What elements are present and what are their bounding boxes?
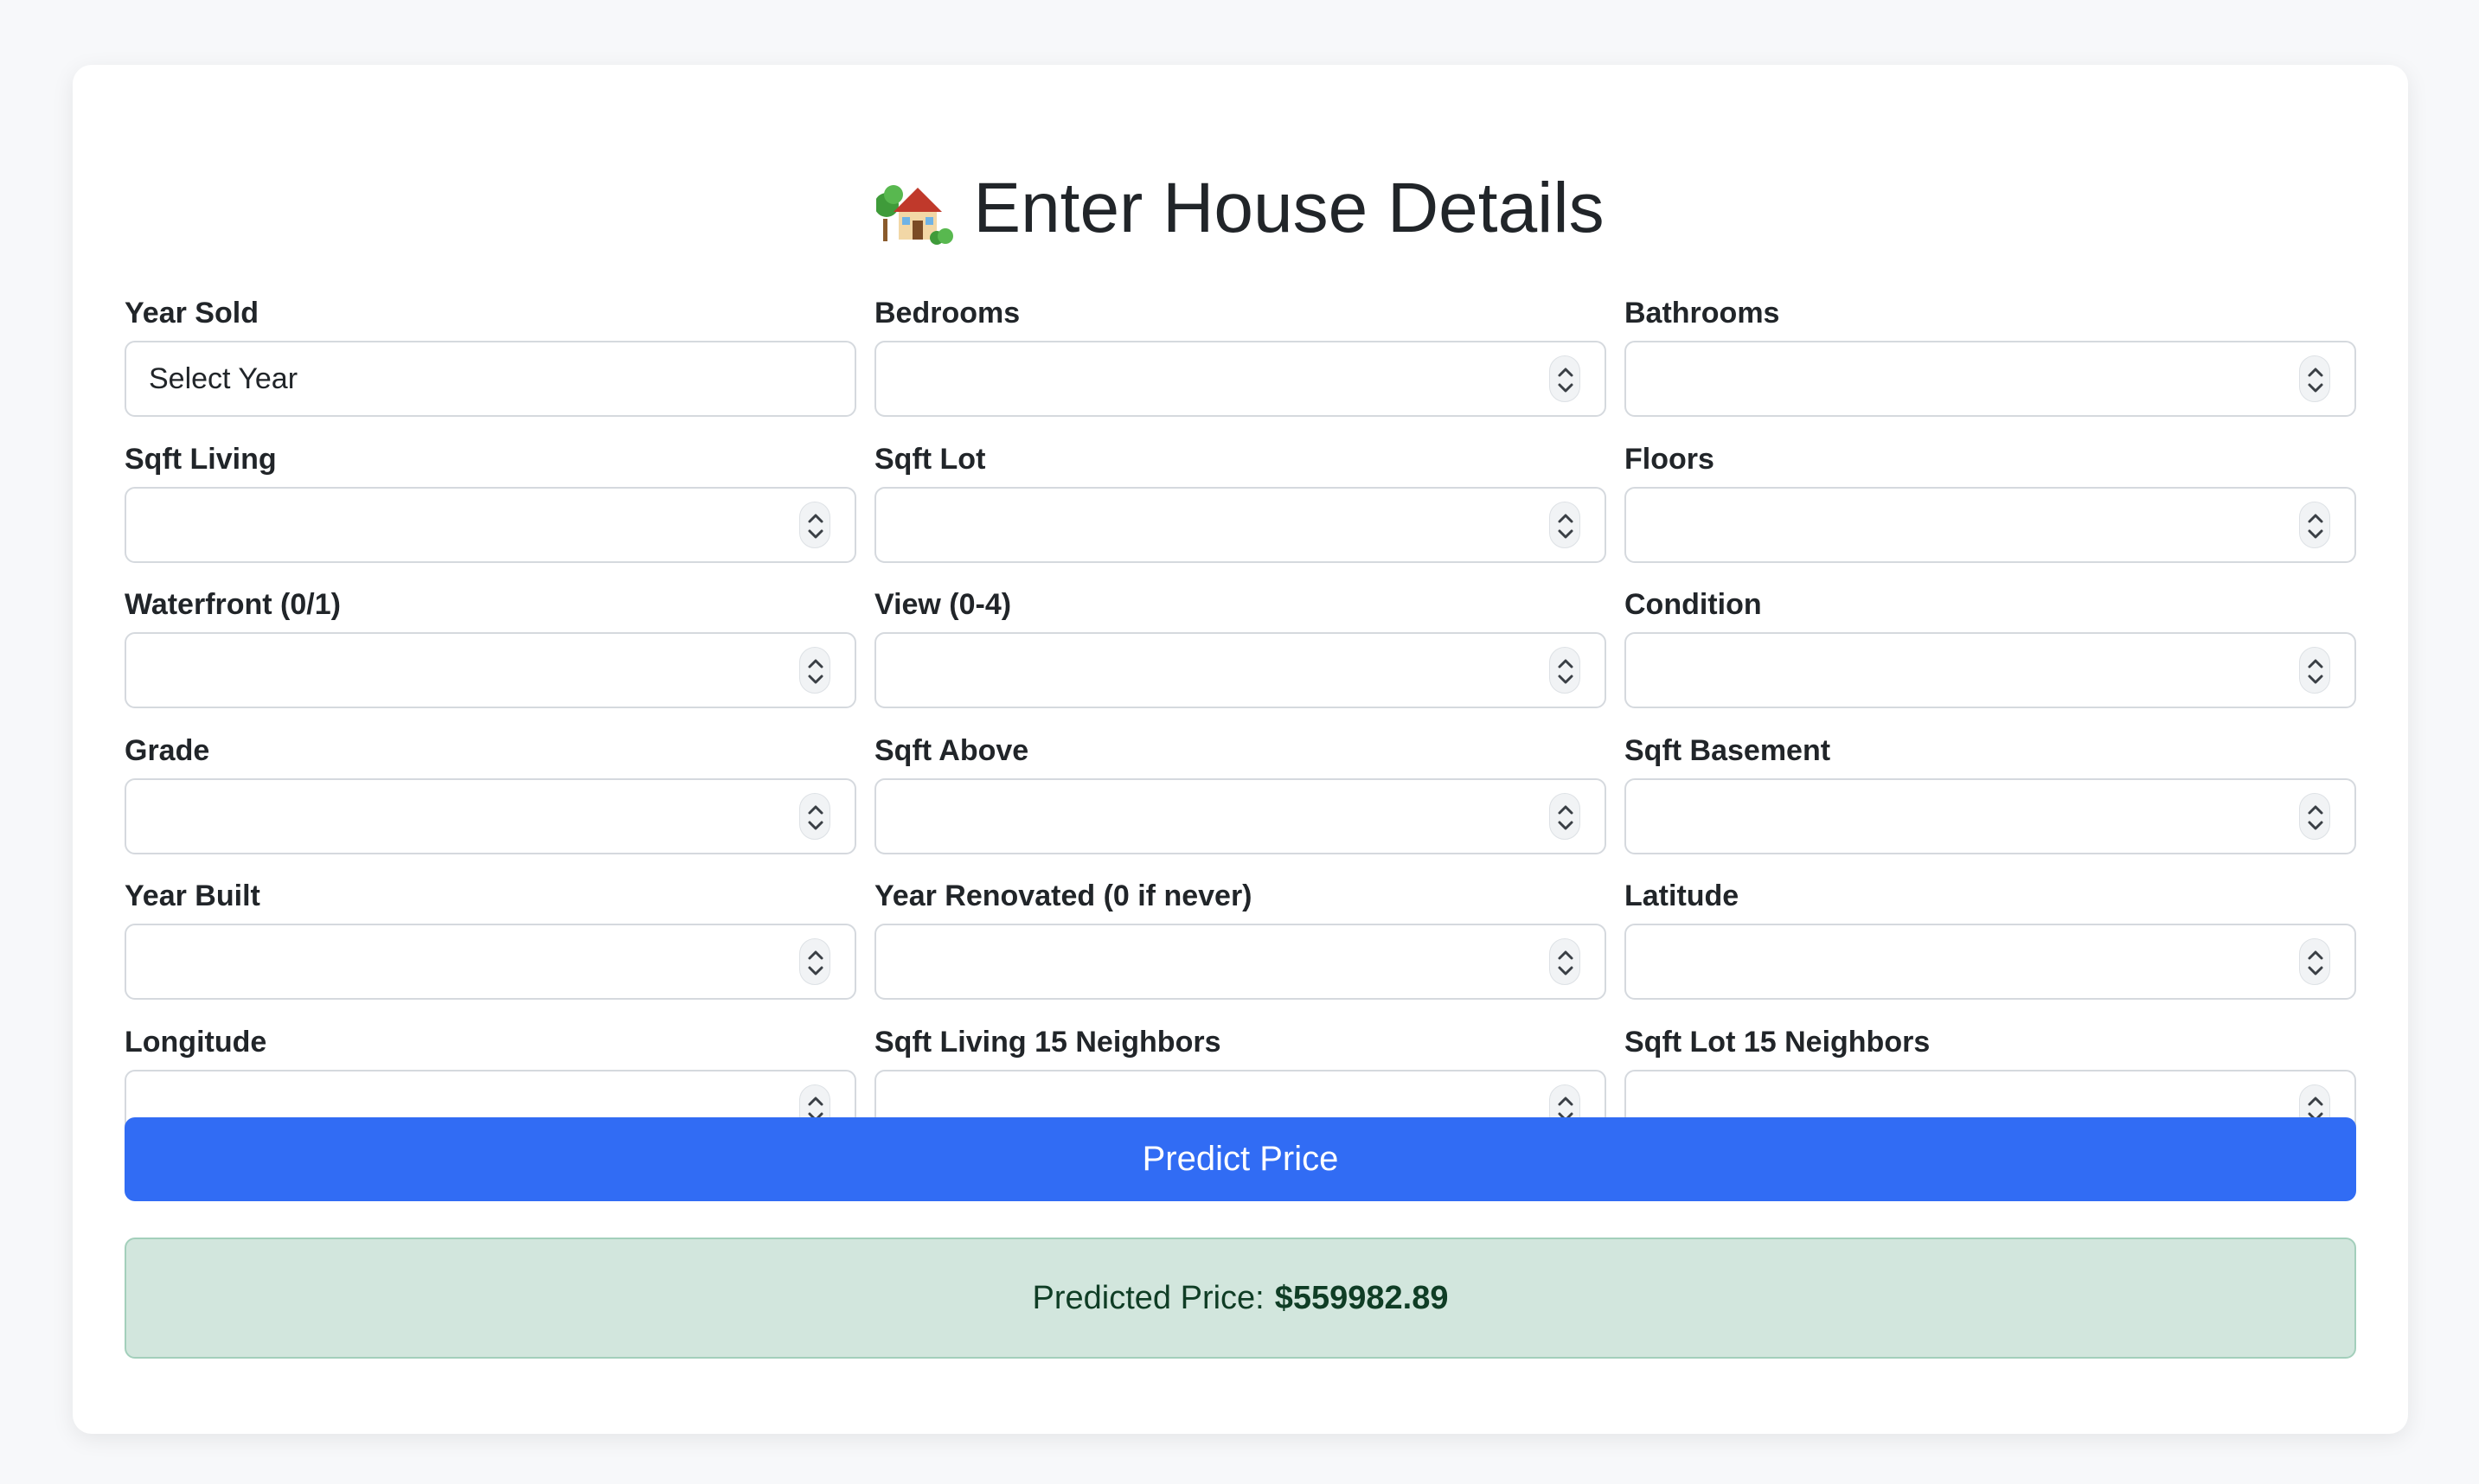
number-stepper-icon[interactable] bbox=[2299, 938, 2330, 986]
field-sqft-lot: Sqft Lot bbox=[874, 440, 1606, 586]
field-sqft-living: Sqft Living bbox=[125, 440, 856, 586]
field-label: Sqft Lot 15 Neighbors bbox=[1624, 1025, 1931, 1059]
number-stepper-icon[interactable] bbox=[1549, 792, 1580, 840]
sqft-above-input[interactable] bbox=[874, 777, 1606, 854]
field-grade: Grade bbox=[125, 732, 856, 878]
field-label: Sqft Living 15 Neighbors bbox=[874, 1025, 1221, 1059]
number-stepper-icon[interactable] bbox=[1549, 938, 1580, 986]
number-stepper-icon[interactable] bbox=[1549, 355, 1580, 402]
page-title-text: Enter House Details bbox=[973, 169, 1605, 247]
predicted-price-value: $559982.89 bbox=[1274, 1279, 1449, 1316]
number-stepper-icon[interactable] bbox=[799, 647, 830, 694]
page-title: Enter House Details bbox=[73, 169, 2408, 248]
number-stepper-icon[interactable] bbox=[799, 792, 830, 840]
bathrooms-input[interactable] bbox=[1624, 341, 2356, 417]
floors-input[interactable] bbox=[1624, 486, 2356, 563]
waterfront-0-1-input[interactable] bbox=[125, 632, 856, 709]
year-sold-placeholder: Select Year bbox=[149, 361, 298, 395]
field-label: Year Built bbox=[125, 880, 260, 913]
sqft-living-input[interactable] bbox=[125, 486, 856, 563]
field-condition: Condition bbox=[1624, 585, 2356, 732]
number-stepper-icon[interactable] bbox=[2299, 792, 2330, 840]
result-label: Predicted Price: bbox=[1032, 1279, 1265, 1316]
field-label: Grade bbox=[125, 733, 210, 767]
predict-price-button[interactable]: Predict Price bbox=[125, 1117, 2356, 1201]
field-view-0-4: View (0-4) bbox=[874, 585, 1606, 732]
year-sold-select[interactable]: Select Year bbox=[125, 341, 856, 417]
prediction-result-alert: Predicted Price: $559982.89 bbox=[125, 1238, 2356, 1359]
condition-input[interactable] bbox=[1624, 632, 2356, 709]
field-label: Floors bbox=[1624, 442, 1714, 476]
latitude-input[interactable] bbox=[1624, 924, 2356, 1001]
field-label: Latitude bbox=[1624, 880, 1739, 913]
grade-input[interactable] bbox=[125, 777, 856, 854]
view-0-4-input[interactable] bbox=[874, 632, 1606, 709]
house-with-garden-icon bbox=[874, 169, 956, 248]
number-stepper-icon[interactable] bbox=[2299, 355, 2330, 402]
field-year-sold: Year Sold Select Year bbox=[125, 294, 856, 440]
bedrooms-input[interactable] bbox=[874, 341, 1606, 417]
field-bathrooms: Bathrooms bbox=[1624, 294, 2356, 440]
field-label: Bedrooms bbox=[874, 297, 1021, 329]
field-year-built: Year Built bbox=[125, 877, 856, 1023]
field-label: Sqft Living bbox=[125, 442, 277, 476]
field-label: Year Sold bbox=[125, 297, 259, 329]
field-label: Waterfront (0/1) bbox=[125, 588, 341, 622]
field-bedrooms: Bedrooms bbox=[874, 294, 1606, 440]
field-label: Year Renovated (0 if never) bbox=[874, 880, 1252, 913]
number-stepper-icon[interactable] bbox=[2299, 501, 2330, 548]
field-sqft-basement: Sqft Basement bbox=[1624, 732, 2356, 878]
number-stepper-icon[interactable] bbox=[1549, 501, 1580, 548]
number-stepper-icon[interactable] bbox=[799, 501, 830, 548]
house-details-card: Enter House Details Year Sold Select Yea… bbox=[73, 65, 2408, 1434]
sqft-basement-input[interactable] bbox=[1624, 777, 2356, 854]
field-label: Sqft Above bbox=[874, 733, 1029, 767]
number-stepper-icon[interactable] bbox=[1549, 647, 1580, 694]
sqft-lot-input[interactable] bbox=[874, 486, 1606, 563]
field-label: Sqft Lot bbox=[874, 442, 986, 476]
field-sqft-above: Sqft Above bbox=[874, 732, 1606, 878]
field-latitude: Latitude bbox=[1624, 877, 2356, 1023]
field-label: Bathrooms bbox=[1624, 297, 1780, 329]
year-renovated-0-if-never-input[interactable] bbox=[874, 924, 1606, 1001]
year-built-input[interactable] bbox=[125, 924, 856, 1001]
house-details-form: Year Sold Select Year Bedrooms Bathrooms S… bbox=[125, 294, 2356, 1169]
field-year-renovated-0-if-never: Year Renovated (0 if never) bbox=[874, 877, 1606, 1023]
field-label: View (0-4) bbox=[874, 588, 1012, 622]
number-stepper-icon[interactable] bbox=[2299, 647, 2330, 694]
field-label: Sqft Basement bbox=[1624, 733, 1831, 767]
number-stepper-icon[interactable] bbox=[799, 938, 830, 986]
field-label: Longitude bbox=[125, 1025, 267, 1059]
field-label: Condition bbox=[1624, 588, 1762, 622]
field-waterfront-0-1: Waterfront (0/1) bbox=[125, 585, 856, 732]
field-floors: Floors bbox=[1624, 440, 2356, 586]
